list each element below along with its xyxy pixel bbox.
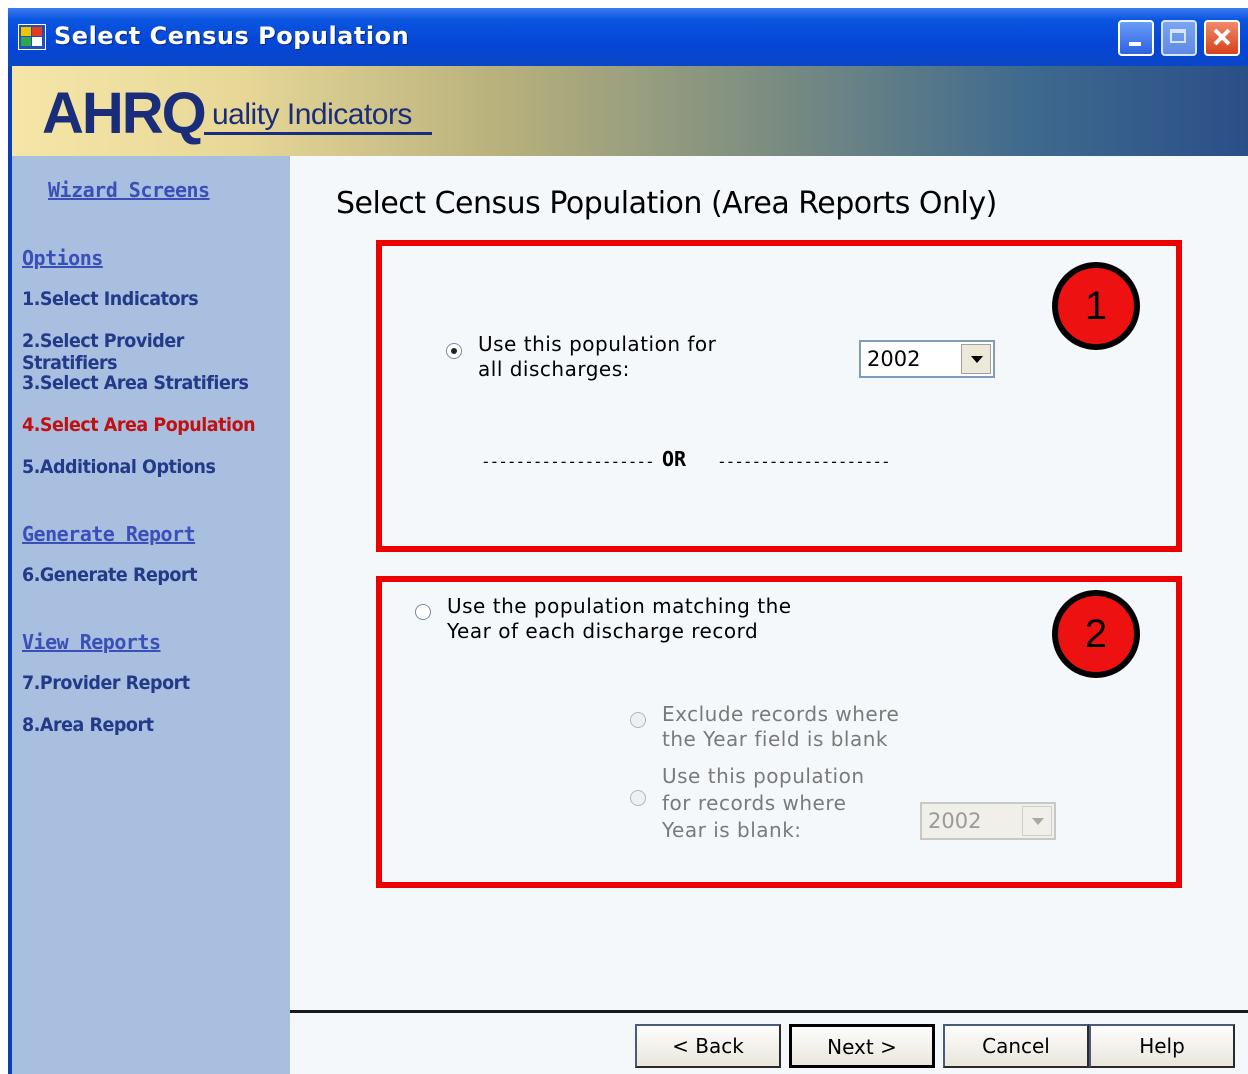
step-badge-1: 1	[1052, 262, 1140, 350]
logo-underline	[204, 132, 432, 135]
page-title: Select Census Population (Area Reports O…	[336, 186, 997, 221]
sidebar-item-additional-options[interactable]: 5.Additional Options	[22, 456, 216, 478]
banner: AHRQ uality Indicators	[12, 66, 1248, 156]
blank-year-population-radio[interactable]	[630, 790, 646, 806]
title-bar[interactable]: Select Census Population	[8, 8, 1248, 66]
population-year-value: 2002	[867, 347, 921, 371]
wizard-sidebar: Wizard Screens Options 1.Select Indicato…	[12, 156, 290, 1074]
sidebar-link-view-reports[interactable]: View Reports	[22, 630, 161, 654]
cancel-button[interactable]: Cancel	[943, 1024, 1089, 1068]
sidebar-link-generate-report[interactable]: Generate Report	[22, 522, 196, 546]
use-matching-year-radio[interactable]	[415, 604, 431, 620]
blank-year-population-select[interactable]: 2002	[920, 802, 1056, 840]
exclude-blank-year-label[interactable]: Exclude records where the Year field is …	[662, 702, 899, 752]
minimize-button[interactable]	[1118, 20, 1154, 56]
sidebar-link-options[interactable]: Options	[22, 246, 103, 270]
maximize-button[interactable]	[1161, 20, 1197, 56]
sidebar-item-select-provider-stratifiers[interactable]: 2.Select Provider Stratifiers	[22, 330, 269, 374]
app-icon	[18, 24, 46, 50]
close-icon	[1213, 28, 1231, 46]
step-badge-2: 2	[1052, 590, 1140, 678]
or-label: OR	[662, 447, 687, 471]
sidebar-item-generate-report[interactable]: 6.Generate Report	[22, 564, 197, 586]
window-title: Select Census Population	[54, 22, 410, 50]
exclude-blank-year-radio[interactable]	[630, 712, 646, 728]
logo-ahrq: AHRQ	[42, 81, 207, 146]
help-button[interactable]: Help	[1089, 1024, 1235, 1068]
chevron-down-icon[interactable]	[961, 344, 991, 374]
next-button[interactable]: Next >	[789, 1024, 935, 1068]
logo-quality-indicators: uality Indicators	[212, 98, 412, 131]
use-matching-year-label[interactable]: Use the population matching the Year of …	[447, 594, 792, 644]
maximize-icon	[1170, 29, 1186, 43]
sidebar-item-select-area-stratifiers[interactable]: 3.Select Area Stratifiers	[22, 372, 249, 394]
close-button[interactable]	[1204, 20, 1240, 56]
blank-year-population-label[interactable]: Use this population for records where Ye…	[662, 763, 865, 844]
use-population-all-radio[interactable]	[446, 343, 462, 359]
separator-right: --------------------	[717, 452, 891, 471]
use-population-all-label[interactable]: Use this population for all discharges:	[478, 332, 716, 382]
back-button[interactable]: < Back	[635, 1024, 781, 1068]
sidebar-item-select-indicators[interactable]: 1.Select Indicators	[22, 288, 199, 310]
sidebar-heading-wizard-screens[interactable]: Wizard Screens	[48, 178, 210, 202]
sidebar-item-select-area-population[interactable]: 4.Select Area Population	[22, 414, 256, 436]
population-year-select[interactable]: 2002	[859, 340, 995, 378]
minimize-icon	[1129, 42, 1141, 46]
separator-left: --------------------	[481, 452, 655, 471]
chevron-down-icon[interactable]	[1022, 806, 1052, 836]
sidebar-item-area-report[interactable]: 8.Area Report	[22, 714, 154, 736]
sidebar-item-provider-report[interactable]: 7.Provider Report	[22, 672, 190, 694]
blank-year-population-value: 2002	[928, 809, 982, 833]
